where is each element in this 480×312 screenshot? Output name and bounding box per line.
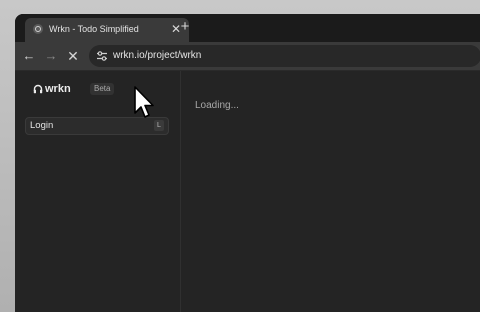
url-text: wrkn.io/project/wrkn: [113, 50, 202, 61]
tab-title: Wrkn - Todo Simplified: [49, 24, 139, 34]
sidebar: wrkn Beta Login L: [15, 71, 181, 312]
arrow-right-icon[interactable]: →: [43, 48, 59, 64]
arrow-left-icon[interactable]: ←: [21, 48, 37, 64]
wrkn-favicon-icon: [33, 24, 43, 34]
browser-window: Wrkn - Todo Simplified ✕ + ← → ✕ wrkn.io…: [15, 14, 480, 312]
login-label: Login: [30, 120, 54, 131]
tab-strip: Wrkn - Todo Simplified ✕ +: [15, 14, 480, 42]
web-page: wrkn Beta Login L Loading...: [15, 71, 480, 312]
loading-status: Loading...: [195, 100, 239, 111]
tab-wrkn[interactable]: Wrkn - Todo Simplified ✕: [25, 18, 189, 42]
desktop-background: Wrkn - Todo Simplified ✕ + ← → ✕ wrkn.io…: [0, 0, 480, 312]
headphones-icon: [33, 84, 43, 94]
stop-loading-icon[interactable]: ✕: [65, 48, 81, 64]
plus-icon[interactable]: +: [177, 19, 193, 35]
mouse-pointer-icon: [134, 86, 156, 122]
main-content: Loading...: [181, 71, 480, 312]
beta-badge: Beta: [90, 83, 115, 95]
browser-toolbar: ← → ✕ wrkn.io/project/wrkn: [15, 42, 480, 71]
logo-text: wrkn: [45, 83, 71, 95]
address-bar[interactable]: wrkn.io/project/wrkn: [89, 45, 480, 67]
tune-icon[interactable]: [95, 49, 109, 63]
